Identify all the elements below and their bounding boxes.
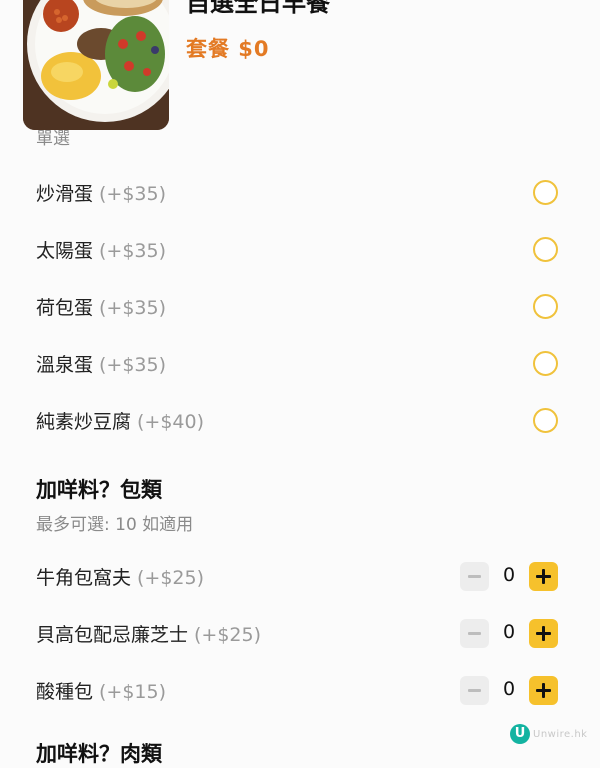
increment-button[interactable]	[529, 676, 558, 705]
decrement-button[interactable]	[460, 619, 489, 648]
quantity-value: 0	[502, 621, 516, 643]
egg-options-list: 炒滑蛋 (+$35) 太陽蛋 (+$35) 荷包蛋 (+$35) 溫泉蛋 (+$35) …	[0, 166, 600, 451]
quantity-value: 0	[502, 678, 516, 700]
breakfast-plate-image	[23, 0, 169, 130]
option-row[interactable]: 荷包蛋 (+$35)	[0, 280, 600, 337]
option-label: 純素炒豆腐	[36, 411, 132, 433]
item-header: 自選全日早餐 套餐 $0 單選	[0, 0, 600, 149]
radio-button[interactable]	[533, 351, 558, 376]
option-label: 溫泉蛋	[36, 354, 94, 376]
radio-button[interactable]	[533, 237, 558, 262]
group-cut-label: 單選	[36, 129, 70, 149]
quantity-row: 貝高包配忌廉芝士 (+$25) 0	[0, 605, 600, 662]
option-price: (+$25)	[194, 624, 262, 646]
quantity-row: 酸種包 (+$15) 0	[0, 662, 600, 719]
decrement-button[interactable]	[460, 562, 489, 591]
watermark: U Unwire.hk	[510, 722, 587, 746]
option-label: 牛角包窩夫	[36, 567, 132, 589]
option-price: (+$15)	[99, 681, 167, 703]
bread-options-list: 牛角包窩夫 (+$25) 0 貝高包配忌廉芝士 (+$25) 0 酸種包 (+$15)…	[0, 548, 600, 719]
watermark-text: Unwire.hk	[533, 728, 588, 740]
option-row[interactable]: 太陽蛋 (+$35)	[0, 223, 600, 280]
item-thumbnail	[23, 0, 169, 130]
next-section-title: 加咩料？肉類	[36, 742, 162, 766]
section-title: 加咩料？包類	[36, 478, 162, 502]
item-price: 套餐 $0	[186, 37, 270, 61]
option-price: (+$35)	[99, 183, 167, 205]
option-label: 太陽蛋	[36, 240, 94, 262]
option-label: 炒滑蛋	[36, 183, 94, 205]
radio-button[interactable]	[533, 180, 558, 205]
quantity-value: 0	[502, 564, 516, 586]
radio-button[interactable]	[533, 294, 558, 319]
option-price: (+$40)	[137, 411, 205, 433]
quantity-row: 牛角包窩夫 (+$25) 0	[0, 548, 600, 605]
option-price: (+$25)	[137, 567, 205, 589]
radio-button[interactable]	[533, 408, 558, 433]
decrement-button[interactable]	[460, 676, 489, 705]
item-title: 自選全日早餐	[186, 0, 330, 17]
option-row[interactable]: 溫泉蛋 (+$35)	[0, 337, 600, 394]
option-row[interactable]: 炒滑蛋 (+$35)	[0, 166, 600, 223]
section-subtitle: 最多可選: 10 如適用	[36, 515, 194, 535]
unwire-logo-icon: U	[510, 724, 530, 744]
option-label: 酸種包	[36, 681, 94, 703]
option-price: (+$35)	[99, 240, 167, 262]
option-label: 貝高包配忌廉芝士	[36, 624, 189, 646]
option-label: 荷包蛋	[36, 297, 94, 319]
option-row[interactable]: 純素炒豆腐 (+$40)	[0, 394, 600, 451]
increment-button[interactable]	[529, 619, 558, 648]
option-price: (+$35)	[99, 354, 167, 376]
option-price: (+$35)	[99, 297, 167, 319]
increment-button[interactable]	[529, 562, 558, 591]
